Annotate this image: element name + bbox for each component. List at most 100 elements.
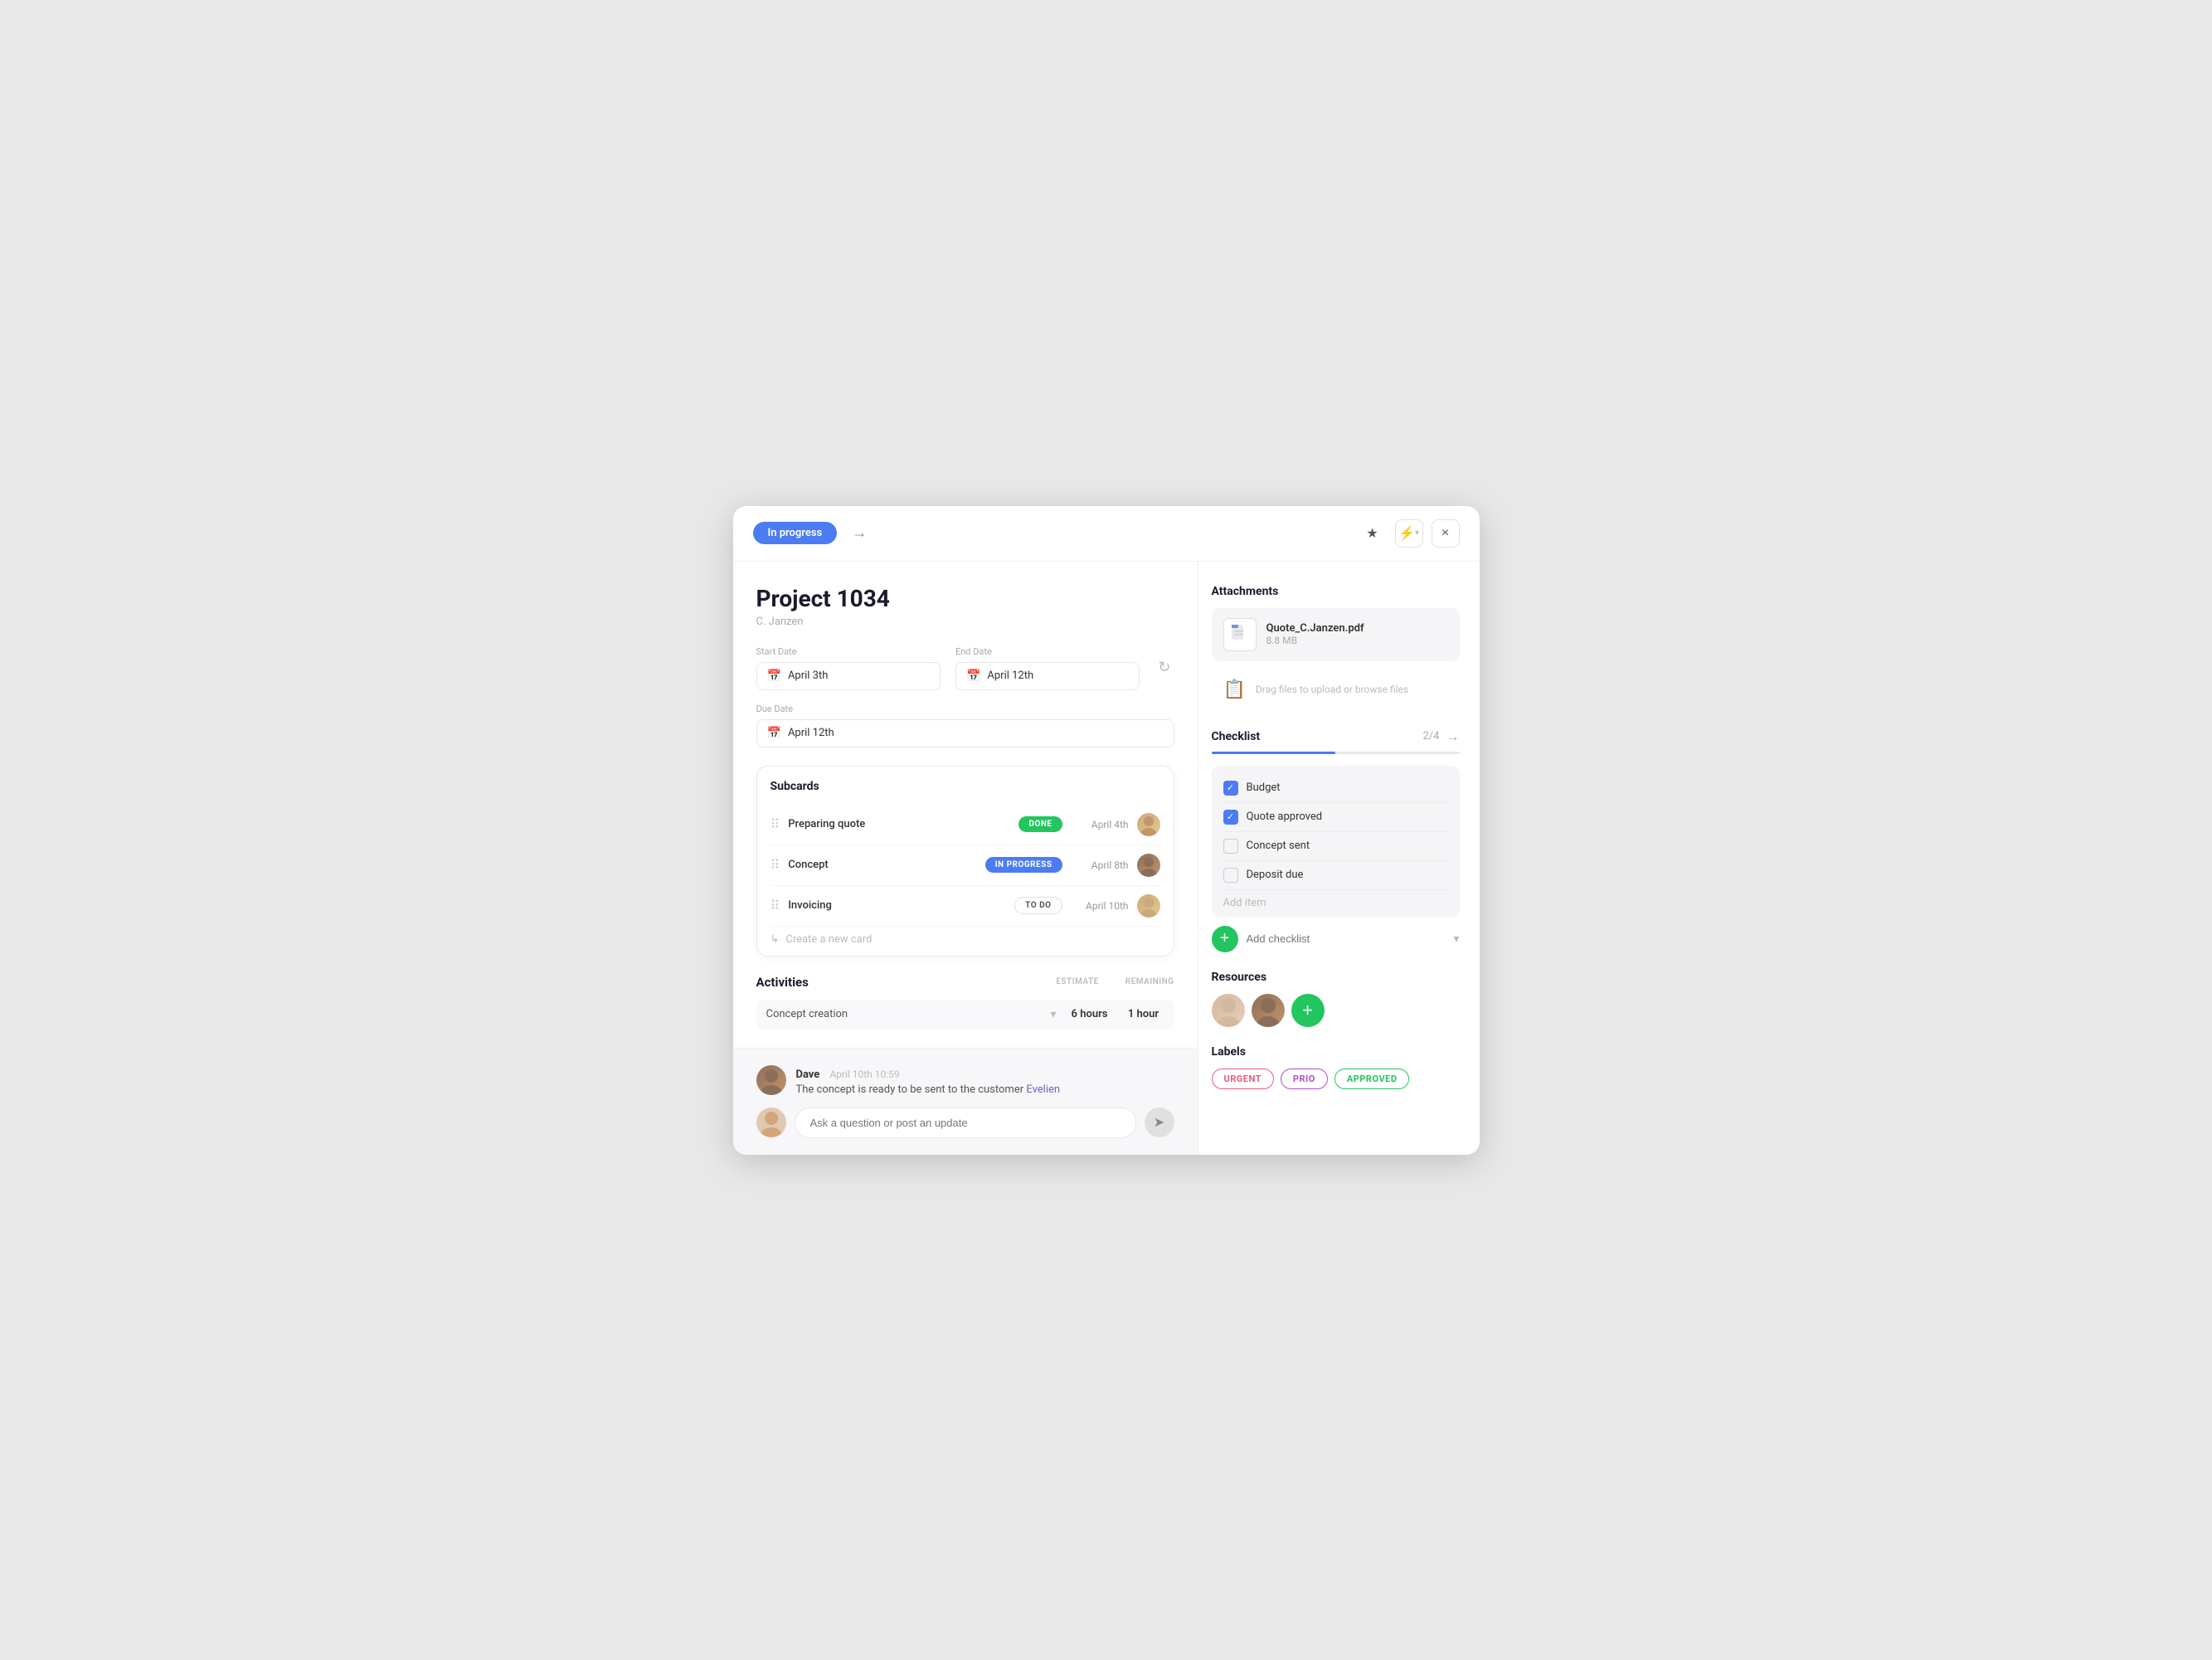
create-card-button[interactable]: ↳ Create a new card [771,927,1160,947]
attachments-section: Attachments Quote_C.Janzen.pdf 8.8 MB 📋 … [1212,585,1460,710]
subcard-row[interactable]: ⠿ Preparing quote DONE April 4th [771,805,1160,845]
upload-text: Drag files to upload or browse files [1256,684,1408,695]
checklist-list: Budget Quote approved Concept sent Depos… [1212,766,1460,918]
modal-body: Project 1034 C. Janzen Start date 📅 Apri… [733,562,1480,1155]
star-button[interactable]: ★ [1359,519,1387,548]
resources-title: Resources [1212,971,1460,984]
comment-input[interactable] [795,1107,1136,1138]
activities-columns: ESTIMATE REMAINING [1056,977,1174,986]
calendar-icon-end: 📅 [966,669,980,683]
activities-title: Activities [756,975,809,990]
project-title: Project 1034 [756,585,1174,612]
label-prio[interactable]: PRIO [1281,1069,1328,1089]
activities-header: Activities ESTIMATE REMAINING [756,975,1174,990]
attachment-item[interactable]: Quote_C.Janzen.pdf 8.8 MB [1212,608,1460,661]
send-button[interactable]: ➤ [1145,1107,1174,1137]
activity-dropdown-icon[interactable]: ▾ [1050,1008,1056,1021]
subcard-status-done[interactable]: DONE [1018,816,1062,832]
top-bar-left: In progress → [753,521,874,545]
add-checklist-input[interactable] [1247,932,1446,945]
due-date-input[interactable]: 📅 April 12th [756,719,1174,747]
comment-avatar [756,1065,786,1095]
due-date-label: Due date [756,703,1174,714]
end-date-value: April 12th [987,669,1033,682]
attachment-name: Quote_C.Janzen.pdf [1266,622,1448,635]
drag-handle-icon: ⠿ [771,857,780,873]
remaining-col-label: REMAINING [1125,977,1174,986]
left-column: Project 1034 C. Janzen Start date 📅 Apri… [733,562,1198,1155]
due-date-row: Due date 📅 April 12th [756,703,1174,747]
checklist-label-deposit: Deposit due [1247,869,1304,881]
calendar-icon-due: 📅 [767,727,781,740]
right-column: Attachments Quote_C.Janzen.pdf 8.8 MB 📋 … [1198,562,1480,1155]
checklist-checkbox-concept[interactable] [1223,839,1238,854]
add-checklist-button[interactable]: + [1212,926,1238,952]
checklist-section: Checklist 2/4 → Budget Quote approved [1212,728,1460,952]
subcard-date: April 8th [1071,859,1129,871]
add-item-row[interactable]: Add item [1223,890,1448,909]
subcard-name: Concept [788,859,976,871]
date-row-top: Start date 📅 April 3th End date 📅 April … [756,646,1174,690]
start-date-input[interactable]: 📅 April 3th [756,662,941,690]
calendar-icon: 📅 [767,669,781,683]
checklist-checkbox-budget[interactable] [1223,781,1238,796]
checklist-header: Checklist 2/4 → [1212,728,1460,745]
star-icon: ★ [1366,525,1378,542]
comments-section: Dave April 10th 10:59 The concept is rea… [733,1048,1198,1155]
checklist-checkbox-deposit[interactable] [1223,868,1238,883]
comment-text-before: The concept is ready to be sent to the c… [796,1083,1027,1096]
resources-section: Resources + [1212,971,1460,1027]
resource-avatars: + [1212,994,1460,1027]
subcard-name: Preparing quote [788,818,1010,830]
close-button[interactable]: × [1432,519,1460,548]
subcard-status-inprogress[interactable]: IN PROGRESS [985,857,1062,873]
checklist-checkbox-quote[interactable] [1223,810,1238,825]
subcard-date: April 10th [1071,900,1129,912]
estimate-col-label: ESTIMATE [1056,977,1098,986]
checklist-expand-icon[interactable]: → [1446,728,1460,745]
subcard-avatar [1137,894,1160,918]
subcard-status-todo[interactable]: TO DO [1014,897,1062,914]
end-date-label: End date [955,646,1140,657]
subcard-row[interactable]: ⠿ Concept IN PROGRESS April 8th [771,845,1160,886]
checklist-label-concept: Concept sent [1247,840,1310,852]
checklist-label-budget: Budget [1247,781,1281,794]
drag-handle-icon: ⠿ [771,898,780,913]
drag-handle-icon: ⠿ [771,816,780,832]
create-card-arrow-icon: ↳ [771,933,780,946]
upload-area[interactable]: 📋 Drag files to upload or browse files [1212,669,1460,710]
subcard-row[interactable]: ⠿ Invoicing TO DO April 10th [771,886,1160,927]
status-badge[interactable]: In progress [753,522,838,544]
comment-input-row: ➤ [756,1107,1174,1138]
comment-author: Dave [796,1069,820,1081]
labels-section: Labels URGENT PRIO APPROVED [1212,1045,1460,1089]
add-checklist-arrow-icon: ▾ [1453,932,1459,946]
end-date-input[interactable]: 📅 April 12th [955,662,1140,690]
resource-avatar-1[interactable] [1212,994,1245,1027]
status-arrow-button[interactable]: → [845,521,873,545]
add-item-label: Add item [1223,897,1266,909]
bolt-button[interactable]: ⚡ ▾ [1395,519,1423,548]
checklist-item: Budget [1223,774,1448,803]
subcards-panel: Subcards ⠿ Preparing quote DONE April 4t… [756,766,1174,957]
comment-row: Dave April 10th 10:59 The concept is rea… [756,1065,1174,1096]
comment-input-avatar [756,1107,786,1137]
label-approved[interactable]: APPROVED [1334,1069,1410,1089]
label-urgent[interactable]: URGENT [1212,1069,1274,1089]
comment-link[interactable]: Evelien [1026,1083,1060,1096]
due-date-field: Due date 📅 April 12th [756,703,1174,747]
modal: In progress → ★ ⚡ ▾ × Project 1034 C. Ja… [733,506,1480,1155]
start-date-field: Start date 📅 April 3th [756,646,941,690]
bolt-icon: ⚡ [1398,525,1415,542]
add-resource-button[interactable]: + [1291,994,1325,1027]
refresh-button[interactable]: ↻ [1155,646,1174,689]
checklist-title: Checklist [1212,730,1423,743]
activity-estimate: 6 hours [1065,1008,1115,1020]
resource-avatar-2[interactable] [1252,994,1285,1027]
checklist-item: Quote approved [1223,803,1448,832]
due-date-value: April 12th [788,727,834,739]
labels-title: Labels [1212,1045,1460,1059]
labels-row: URGENT PRIO APPROVED [1212,1069,1460,1089]
project-author: C. Janzen [756,616,1174,628]
create-card-label: Create a new card [785,933,872,946]
